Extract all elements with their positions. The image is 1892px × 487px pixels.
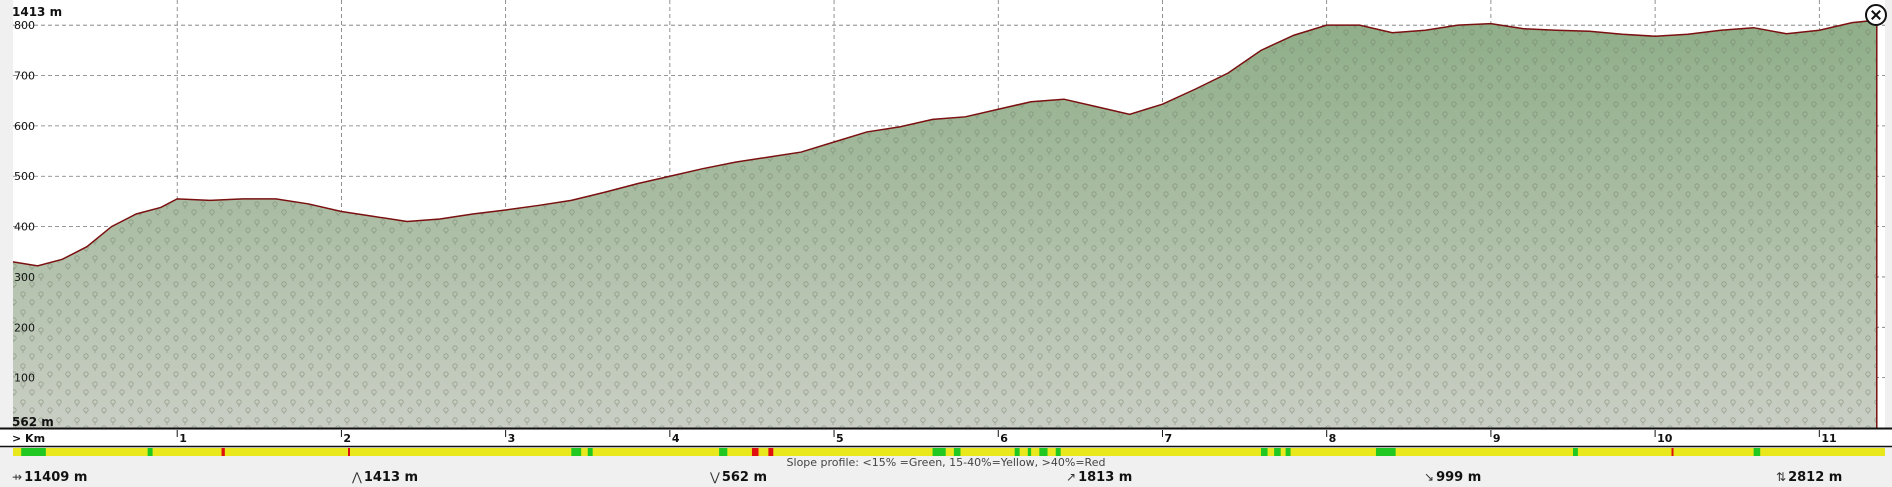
slope-segment-red: [768, 448, 774, 456]
ascent-icon: ↗: [1066, 470, 1077, 484]
slope-segment-green: [1375, 448, 1396, 456]
x-axis-label: > Km: [12, 432, 45, 445]
descent-value: 999 m: [1436, 470, 1482, 485]
slope-bar: [13, 448, 1885, 456]
min-elevation-label: 562 m: [12, 415, 54, 429]
slope-segment-green: [147, 448, 153, 456]
descent-icon: ↘: [1424, 470, 1435, 484]
ascent-value: 1813 m: [1078, 470, 1133, 485]
slope-segment-green: [1055, 448, 1061, 456]
min-elevation-value: 562 m: [721, 470, 768, 485]
x-tick-label: 10: [1657, 432, 1673, 445]
slope-segment-green: [21, 448, 46, 456]
x-tick-label: 1: [179, 432, 187, 445]
slope-segment-green: [932, 448, 946, 456]
total-icon: ⇅: [1776, 470, 1787, 484]
slope-segment-green: [587, 448, 593, 456]
x-tick-label: 5: [836, 432, 844, 445]
x-tick-label: 6: [1000, 432, 1008, 445]
slope-segment-green: [1274, 448, 1281, 456]
valley-icon: ⋁: [710, 470, 720, 484]
descent-stat: ↘ 999 m: [1424, 470, 1481, 485]
y-tick-label: 600: [14, 120, 35, 133]
distance-stat: ⇸ 11409 m: [12, 470, 87, 485]
total-stat: ⇅ 2812 m: [1776, 470, 1842, 485]
total-value: 2812 m: [1788, 470, 1843, 485]
x-tick-label: 2: [343, 432, 351, 445]
y-tick-label: 300: [14, 271, 35, 284]
y-tick-label: 700: [14, 70, 35, 83]
slope-segment-red: [751, 448, 759, 456]
distance-icon: ⇸: [12, 470, 23, 484]
peak-icon: ⋀: [352, 470, 362, 484]
x-tick-label: 8: [1329, 432, 1337, 445]
elevation-profile-panel: 100 200 300 400 500 600 700 800 1413 m 562 m 1 2…: [0, 0, 1892, 487]
slope-legend: Slope profile: <15% =Green, 15-40%=Yello…: [786, 456, 1106, 469]
slope-segment-green: [953, 448, 961, 456]
x-tick-label: 7: [1164, 432, 1172, 445]
slope-segment-red: [221, 448, 225, 456]
distance-value: 11409 m: [24, 470, 88, 485]
slope-segment-green: [1014, 448, 1020, 456]
slope-segment-green: [571, 448, 582, 456]
ascent-stat: ↗ 1813 m: [1066, 470, 1132, 485]
slope-segment-green: [1039, 448, 1048, 456]
slope-segment-green: [719, 448, 728, 456]
km-axis-strip: [0, 430, 1892, 446]
max-elevation-value: 1413 m: [363, 470, 419, 485]
elevation-chart: 100 200 300 400 500 600 700 800 1413 m 562 m 1 2…: [0, 0, 1892, 456]
slope-segment-green: [1261, 448, 1268, 456]
y-tick-label: 100: [14, 372, 35, 385]
slope-segment-red: [347, 448, 350, 456]
y-tick-label: 500: [14, 170, 35, 183]
max-elevation-label: 1413 m: [12, 5, 62, 19]
slope-segment-green: [1285, 448, 1291, 456]
x-tick-label: 3: [508, 432, 516, 445]
y-tick-label: 200: [14, 321, 35, 334]
x-tick-label: 9: [1493, 432, 1501, 445]
slope-segment-green: [1573, 448, 1578, 456]
y-tick-label: 800: [14, 19, 35, 32]
slope-base: [13, 448, 1885, 456]
max-elevation-stat: ⋀ 1413 m: [352, 470, 418, 485]
x-tick-label: 11: [1821, 432, 1836, 445]
slope-segment-green: [1027, 448, 1032, 456]
x-tick-label: 4: [672, 432, 680, 445]
y-tick-label: 400: [14, 221, 35, 234]
slope-segment-green: [1753, 448, 1761, 456]
close-icon[interactable]: [1865, 4, 1887, 26]
min-elevation-stat: ⋁ 562 m: [710, 470, 767, 485]
slope-segment-red: [1671, 448, 1674, 456]
